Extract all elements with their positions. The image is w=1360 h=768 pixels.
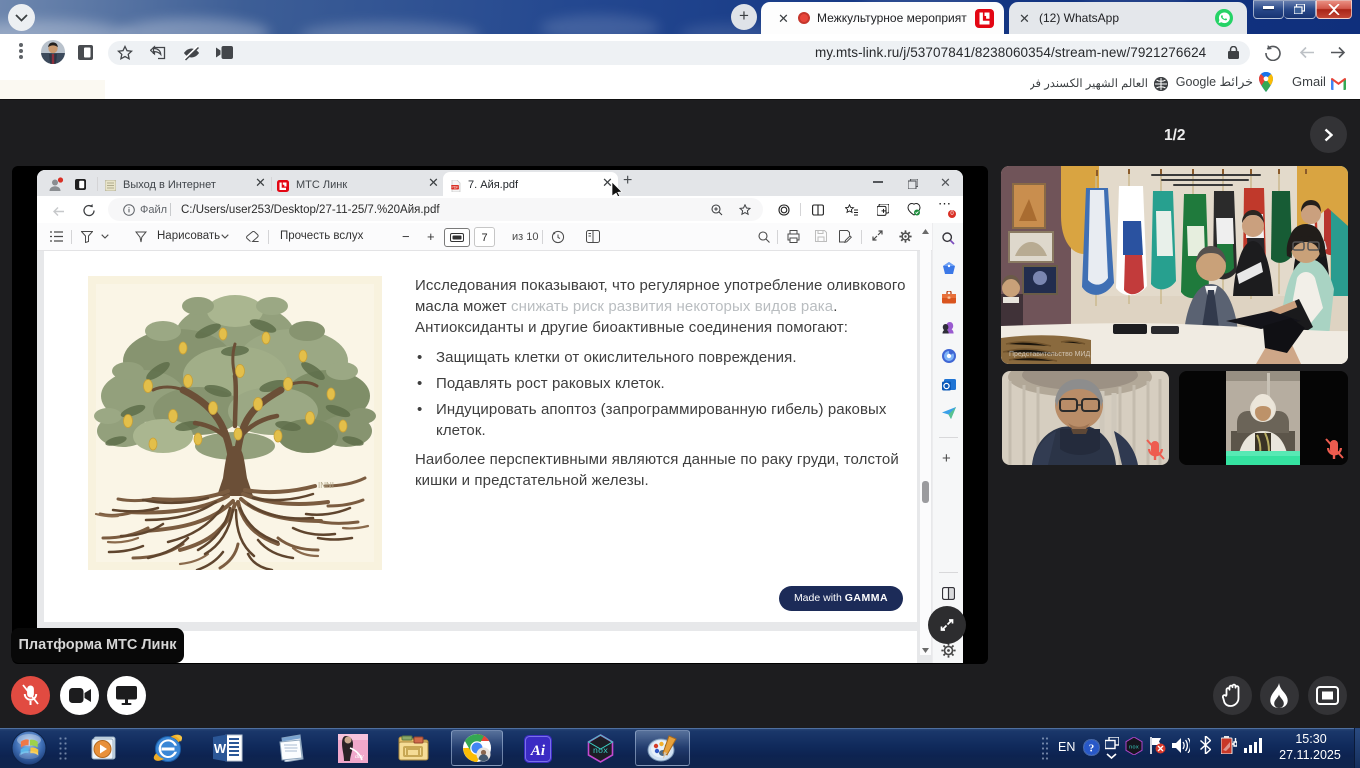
- svg-text:PDF: PDF: [451, 186, 459, 190]
- svg-text:INNI: INNI: [318, 481, 334, 490]
- svg-text:W: W: [214, 741, 227, 756]
- svg-text:nox: nox: [593, 746, 608, 756]
- svg-text:nox: nox: [1129, 744, 1140, 751]
- svg-text:Ai: Ai: [530, 743, 546, 759]
- svg-text:day: day: [355, 754, 364, 760]
- svg-text:?: ?: [1089, 743, 1095, 755]
- svg-text:Представительство МИД: Представительство МИД: [1009, 351, 1090, 358]
